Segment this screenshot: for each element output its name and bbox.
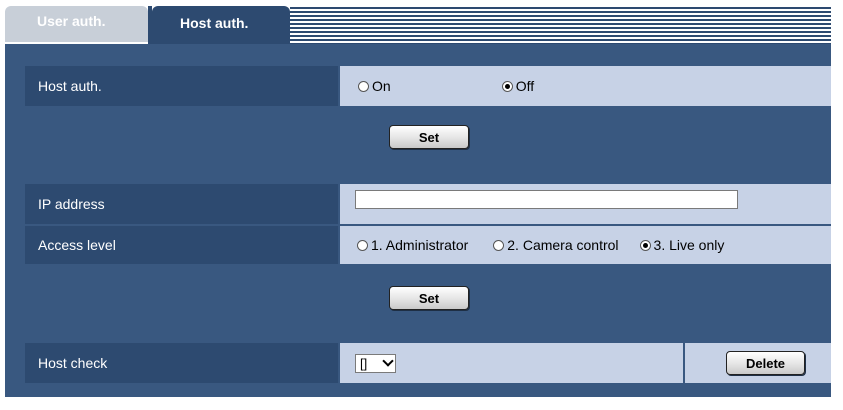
access-level-camera-control-label: 2. Camera control <box>507 237 619 253</box>
access-level-administrator-label: 1. Administrator <box>371 237 469 253</box>
ip-address-row: IP address <box>25 184 831 224</box>
tab-host-auth-label: Host auth. <box>180 15 249 31</box>
host-check-delete-cell: Delete <box>685 343 831 383</box>
host-check-row: Host check [] Delete <box>25 343 831 383</box>
ip-address-value <box>340 184 831 224</box>
host-auth-value: On Off <box>340 66 831 106</box>
access-level-live-only-radio[interactable]: 3. Live only <box>639 237 725 253</box>
access-level-administrator-radio[interactable]: 1. Administrator <box>357 237 468 253</box>
delete-button[interactable]: Delete <box>726 351 805 375</box>
host-auth-off-radio[interactable]: Off <box>501 78 535 94</box>
tab-host-auth[interactable]: Host auth. <box>152 6 290 44</box>
tab-bar: User auth. Host auth. <box>0 0 843 44</box>
tab-user-auth-label: User auth. <box>37 13 106 29</box>
host-auth-on-label: On <box>372 78 391 94</box>
radio-checked-icon[interactable] <box>639 239 651 251</box>
access-level-camera-control-radio[interactable]: 2. Camera control <box>493 237 619 253</box>
radio-checked-icon[interactable] <box>501 80 513 92</box>
host-check-selected-value: [] <box>360 355 368 371</box>
radio-circle-icon[interactable] <box>493 239 505 251</box>
ip-address-label: IP address <box>25 184 338 224</box>
host-auth-set-button[interactable]: Set <box>389 125 469 149</box>
host-auth-radio-group: On Off <box>340 78 534 94</box>
radio-circle-icon[interactable] <box>357 239 368 251</box>
host-auth-off-label: Off <box>515 78 535 94</box>
access-level-live-only-label: 3. Live only <box>653 237 725 253</box>
tab-bar-stripes <box>290 5 831 44</box>
host-check-select[interactable]: [] <box>355 353 396 373</box>
access-level-radio-group: 1. Administrator 2. Camera control 3. Li… <box>340 237 724 253</box>
access-level-value: 1. Administrator 2. Camera control 3. Li… <box>340 226 831 264</box>
host-check-value: [] <box>340 343 683 383</box>
access-level-label: Access level <box>25 226 338 264</box>
access-level-row: Access level 1. Administrator 2. Camera … <box>25 226 831 264</box>
access-level-set-button[interactable]: Set <box>389 286 469 310</box>
host-auth-on-radio[interactable]: On <box>358 78 391 94</box>
tab-user-auth[interactable]: User auth. <box>5 6 148 42</box>
host-auth-row: Host auth. On Off <box>25 66 831 106</box>
host-auth-label: Host auth. <box>25 66 338 106</box>
radio-circle-icon[interactable] <box>358 80 369 92</box>
host-check-label: Host check <box>25 343 338 383</box>
chevron-down-icon <box>382 355 394 367</box>
ip-address-input[interactable] <box>355 190 738 209</box>
